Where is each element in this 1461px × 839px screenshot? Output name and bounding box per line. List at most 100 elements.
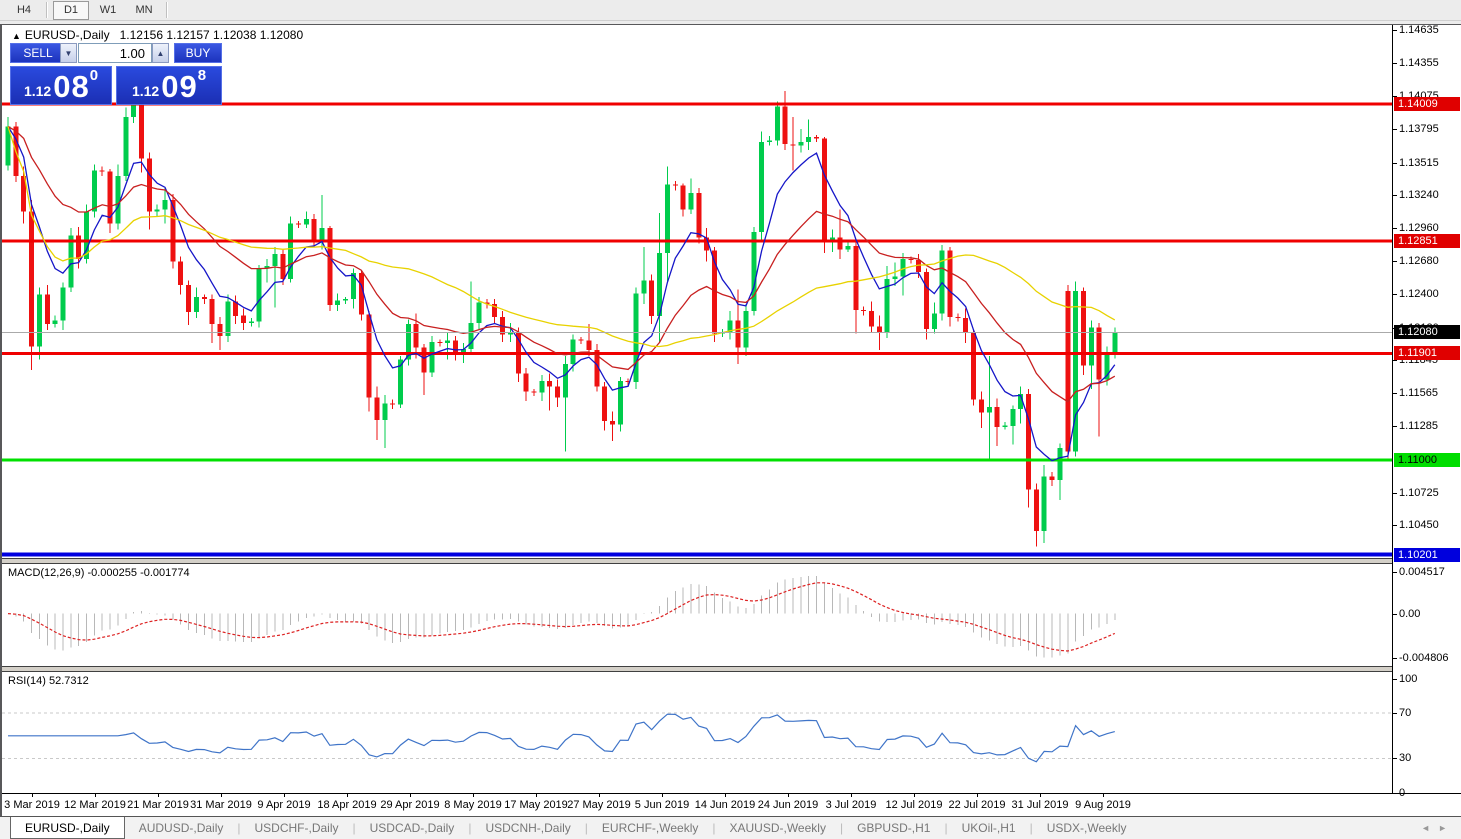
- x-axis-label: 5 Jun 2019: [635, 799, 689, 811]
- buy-button[interactable]: BUY: [174, 43, 222, 63]
- macd-label: MACD(12,26,9) -0.000255 -0.001774: [8, 567, 190, 579]
- x-axis-tick: [221, 794, 222, 797]
- rsi-axis-tick: [1393, 758, 1397, 759]
- volume-increase-button[interactable]: ▲: [152, 43, 169, 63]
- bid-price-box[interactable]: 1.12 08 0: [10, 66, 112, 105]
- y-axis-label: 1.13795: [1399, 123, 1439, 135]
- x-axis-label: 24 Jun 2019: [758, 799, 819, 811]
- y-axis-label: 1.12960: [1399, 222, 1439, 234]
- x-axis-label: 31 Jul 2019: [1012, 799, 1069, 811]
- y-axis-tick: [1393, 426, 1397, 427]
- macd-chart-canvas[interactable]: [2, 564, 1392, 666]
- macd-axis-label: -0.004806: [1399, 652, 1449, 664]
- ask-price-box[interactable]: 1.12 09 8: [116, 66, 222, 105]
- chart-symbol-label: EURUSD-,Daily: [25, 28, 110, 42]
- macd-pane: MACD(12,26,9) -0.000255 -0.001774: [2, 564, 1392, 666]
- chart-tab-usdcnh[interactable]: USDCNH-,Daily: [471, 817, 584, 839]
- y-axis-tick: [1393, 393, 1397, 394]
- y-axis-tick: [1393, 30, 1397, 31]
- rsi-axis-label: 30: [1399, 752, 1411, 764]
- chart-tab-usdx[interactable]: USDX-,Weekly: [1033, 817, 1141, 839]
- x-axis-tick: [662, 794, 663, 797]
- x-axis-label: 8 May 2019: [444, 799, 501, 811]
- chart-tab-gbpusd[interactable]: GBPUSD-,H1: [843, 817, 944, 839]
- x-axis-label: 9 Apr 2019: [257, 799, 310, 811]
- rsi-axis-label: 100: [1399, 673, 1417, 685]
- x-axis-label: 27 May 2019: [567, 799, 631, 811]
- x-axis-tick: [158, 794, 159, 797]
- x-axis-tick: [473, 794, 474, 797]
- y-axis-tick: [1393, 163, 1397, 164]
- y-axis-label: 1.10725: [1399, 487, 1439, 499]
- timeframe-button-d1[interactable]: D1: [53, 1, 89, 20]
- tab-scroll-arrows: ◄►: [1421, 817, 1461, 839]
- x-axis-tick: [1040, 794, 1041, 797]
- price-line-badge: 1.11000: [1394, 453, 1460, 467]
- y-axis-tick: [1393, 195, 1397, 196]
- y-axis-tick: [1393, 63, 1397, 64]
- chart-tab-audusd[interactable]: AUDUSD-,Daily: [125, 817, 238, 839]
- rsi-axis-label: 70: [1399, 707, 1411, 719]
- x-axis-label: 18 Apr 2019: [317, 799, 376, 811]
- symbol-marker-icon: ▲: [12, 31, 21, 41]
- date-axis[interactable]: 3 Mar 201912 Mar 201921 Mar 201931 Mar 2…: [2, 793, 1461, 817]
- y-axis-label: 1.13240: [1399, 189, 1439, 201]
- macd-axis-label: 0.004517: [1399, 566, 1445, 578]
- toolbar-separator: [46, 2, 48, 18]
- y-axis-label: 1.12400: [1399, 288, 1439, 300]
- y-axis-label: 1.11285: [1399, 420, 1438, 432]
- price-axis[interactable]: 1.146351.143551.140751.137951.135151.132…: [1392, 25, 1461, 793]
- timeframe-button-w1[interactable]: W1: [91, 2, 125, 19]
- x-axis-tick: [914, 794, 915, 797]
- price-pane: ▲EURUSD-,Daily1.12156 1.12157 1.12038 1.…: [2, 25, 1392, 558]
- x-axis-tick: [851, 794, 852, 797]
- macd-axis-tick: [1393, 614, 1397, 615]
- chart-tab-ukoil[interactable]: UKOil-,H1: [948, 817, 1030, 839]
- chart-tab-usdcad[interactable]: USDCAD-,Daily: [356, 817, 469, 839]
- ask-price-small: 1.12: [132, 80, 159, 102]
- y-axis-label: 1.14635: [1399, 24, 1439, 36]
- volume-input[interactable]: [78, 43, 152, 63]
- x-axis-tick: [95, 794, 96, 797]
- x-axis-label: 29 Apr 2019: [380, 799, 439, 811]
- current-price-badge: 1.12080: [1394, 325, 1460, 339]
- y-axis-label: 1.14355: [1399, 57, 1439, 69]
- timeframe-button-h4[interactable]: H4: [7, 2, 41, 19]
- chart-tab-eurusd[interactable]: EURUSD-,Daily: [10, 817, 125, 839]
- macd-axis-tick: [1393, 658, 1397, 659]
- timeframe-button-mn[interactable]: MN: [127, 2, 161, 19]
- chart-tab-bar: EURUSD-,DailyAUDUSD-,Daily|USDCHF-,Daily…: [0, 816, 1461, 839]
- macd-axis-label: 0.00: [1399, 608, 1420, 620]
- y-axis-tick: [1393, 228, 1397, 229]
- y-axis-tick: [1393, 525, 1397, 526]
- y-axis-label: 1.10450: [1399, 519, 1439, 531]
- rsi-chart-canvas[interactable]: [2, 672, 1392, 793]
- ask-price-sup: 8: [198, 69, 206, 83]
- x-axis-tick: [347, 794, 348, 797]
- x-axis-tick: [788, 794, 789, 797]
- bid-price-small: 1.12: [24, 80, 51, 102]
- y-axis-tick: [1393, 261, 1397, 262]
- volume-decrease-button[interactable]: ▼: [60, 43, 77, 63]
- bid-price-sup: 0: [90, 69, 98, 83]
- y-axis-tick: [1393, 360, 1397, 361]
- x-axis-tick: [536, 794, 537, 797]
- sell-button[interactable]: SELL: [10, 43, 66, 63]
- one-click-trading-panel: SELL ▼ ▲ BUY 1.12 08 0 1.12 09 8: [10, 43, 222, 105]
- chart-tab-xauusd[interactable]: XAUUSD-,Weekly: [715, 817, 839, 839]
- x-axis-label: 9 Aug 2019: [1075, 799, 1131, 811]
- bid-price-big: 08: [53, 72, 89, 102]
- tab-scroll-right-icon[interactable]: ►: [1438, 823, 1447, 833]
- x-axis-label: 12 Jul 2019: [886, 799, 943, 811]
- x-axis-tick: [599, 794, 600, 797]
- chart-window: ▲EURUSD-,Daily1.12156 1.12157 1.12038 1.…: [0, 24, 1461, 816]
- chart-tab-eurchf[interactable]: EURCHF-,Weekly: [588, 817, 712, 839]
- y-axis-tick: [1393, 129, 1397, 130]
- rsi-axis-tick: [1393, 713, 1397, 714]
- x-axis-label: 3 Mar 2019: [4, 799, 60, 811]
- metatrader-window: { "toolbar": { "timeframes": ["H4", "D1"…: [0, 0, 1461, 839]
- tab-scroll-left-icon[interactable]: ◄: [1421, 823, 1430, 833]
- rsi-label: RSI(14) 52.7312: [8, 675, 89, 687]
- y-axis-label: 1.12680: [1399, 255, 1439, 267]
- chart-tab-usdchf[interactable]: USDCHF-,Daily: [241, 817, 353, 839]
